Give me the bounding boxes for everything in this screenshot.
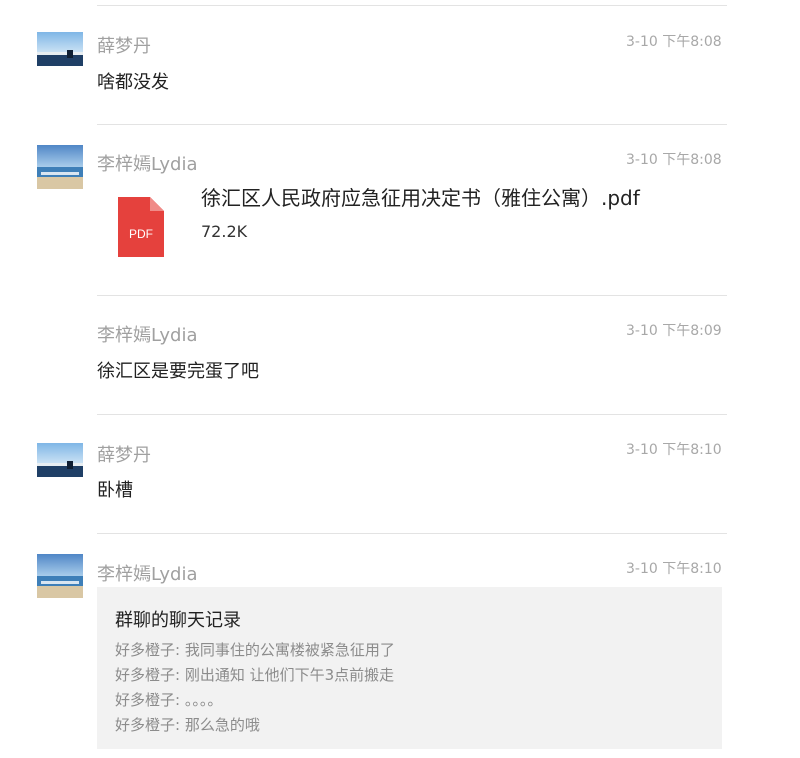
message-item: 薛梦丹 3-10 下午8:08 啥都没发 — [0, 26, 800, 125]
chat-record-line: 好多橙子: 。。。。 — [115, 691, 223, 709]
sender-name: 李梓嫣Lydia — [97, 325, 198, 346]
avatar[interactable] — [37, 145, 83, 189]
message-text[interactable]: 啥都没发 — [97, 68, 169, 94]
message-text[interactable]: 卧槽 — [97, 476, 133, 502]
avatar[interactable] — [37, 32, 83, 66]
chat-record-line: 好多橙子: 刚出通知 让他们下午3点前搬走 — [115, 666, 395, 684]
message-timestamp: 3-10 下午8:08 — [626, 152, 722, 168]
message-item: 李梓嫣Lydia 3-10 下午8:10 群聊的聊天记录 好多橙子: 我同事住的… — [0, 533, 800, 758]
message-timestamp: 3-10 下午8:10 — [626, 442, 722, 458]
chat-record-card[interactable]: 群聊的聊天记录 好多橙子: 我同事住的公寓楼被紧急征用了 好多橙子: 刚出通知 … — [97, 587, 722, 749]
file-size: 72.2K — [201, 222, 248, 241]
top-divider — [97, 5, 727, 6]
message-timestamp: 3-10 下午8:09 — [626, 323, 722, 339]
message-text[interactable]: 徐汇区是要完蛋了吧 — [97, 357, 259, 383]
sender-name: 薛梦丹 — [97, 36, 151, 57]
chat-record-line: 好多橙子: 那么急的哦 — [115, 716, 260, 734]
avatar[interactable] — [37, 443, 83, 477]
chat-record-line: 好多橙子: 我同事住的公寓楼被紧急征用了 — [115, 641, 395, 659]
file-type-label: PDF — [129, 227, 153, 241]
sender-name: 李梓嫣Lydia — [97, 564, 198, 585]
message-item: 李梓嫣Lydia 3-10 下午8:09 徐汇区是要完蛋了吧 — [0, 295, 800, 415]
message-timestamp: 3-10 下午8:08 — [626, 34, 722, 50]
chat-record-title: 群聊的聊天记录 — [115, 610, 241, 631]
message-timestamp: 3-10 下午8:10 — [626, 561, 722, 577]
message-item: 李梓嫣Lydia 3-10 下午8:08 PDF 徐汇区人民政府应急征用决定书（… — [0, 124, 800, 296]
sender-name: 李梓嫣Lydia — [97, 154, 198, 175]
file-name[interactable]: 徐汇区人民政府应急征用决定书（雅住公寓）.pdf — [201, 182, 640, 211]
sender-name: 薛梦丹 — [97, 445, 151, 466]
message-item: 薛梦丹 3-10 下午8:10 卧槽 — [0, 414, 800, 534]
pdf-file-icon[interactable]: PDF — [118, 197, 164, 257]
avatar[interactable] — [37, 554, 83, 598]
